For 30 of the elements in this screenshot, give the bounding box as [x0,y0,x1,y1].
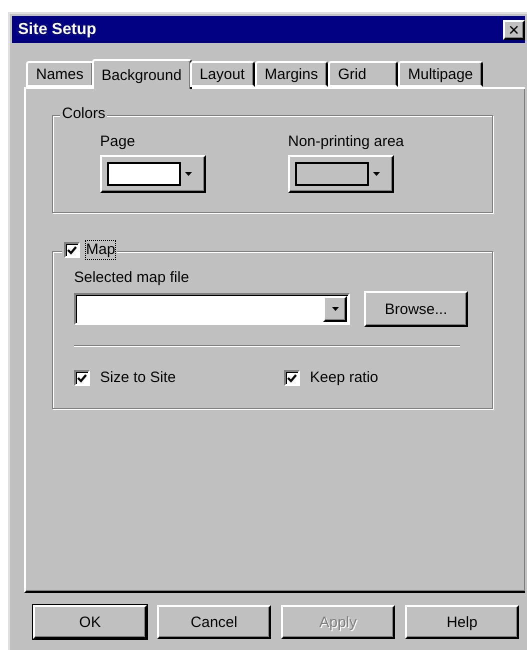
tab[interactable]: Layout [190,61,255,87]
check-icon [67,246,77,254]
tab[interactable]: Names [26,61,94,87]
browse-button[interactable]: Browse... [364,291,468,327]
tab[interactable]: Margins [254,61,328,87]
window-title: Site Setup [18,20,96,38]
checkbox[interactable] [284,370,300,386]
checkbox[interactable] [64,242,80,258]
checkbox-label[interactable]: Keep ratio [310,369,378,387]
dialog-button[interactable]: Help [405,605,519,639]
color-picker[interactable] [288,155,394,193]
map-file-dropdown[interactable] [74,293,350,325]
checkbox-label[interactable]: Size to Site [100,369,176,387]
caret-icon [332,307,338,311]
check-icon [286,374,297,382]
tab[interactable]: Grid [328,61,398,87]
close-button[interactable]: ✕ [503,20,525,40]
color-picker[interactable] [100,155,206,193]
field-label: Non-printing area [288,133,404,151]
dialog-button[interactable]: Cancel [157,605,271,639]
checkbox[interactable] [74,370,90,386]
dialog-button[interactable]: OK [33,605,147,639]
dropdown-button[interactable] [323,296,347,322]
field-label: Page [100,133,136,151]
caret-icon [185,172,192,176]
tab[interactable]: Multipage [398,61,484,87]
caret-icon [373,172,380,176]
field-label: Selected map file [74,269,190,287]
check-icon [77,374,87,382]
tab[interactable]: Background [92,59,192,89]
